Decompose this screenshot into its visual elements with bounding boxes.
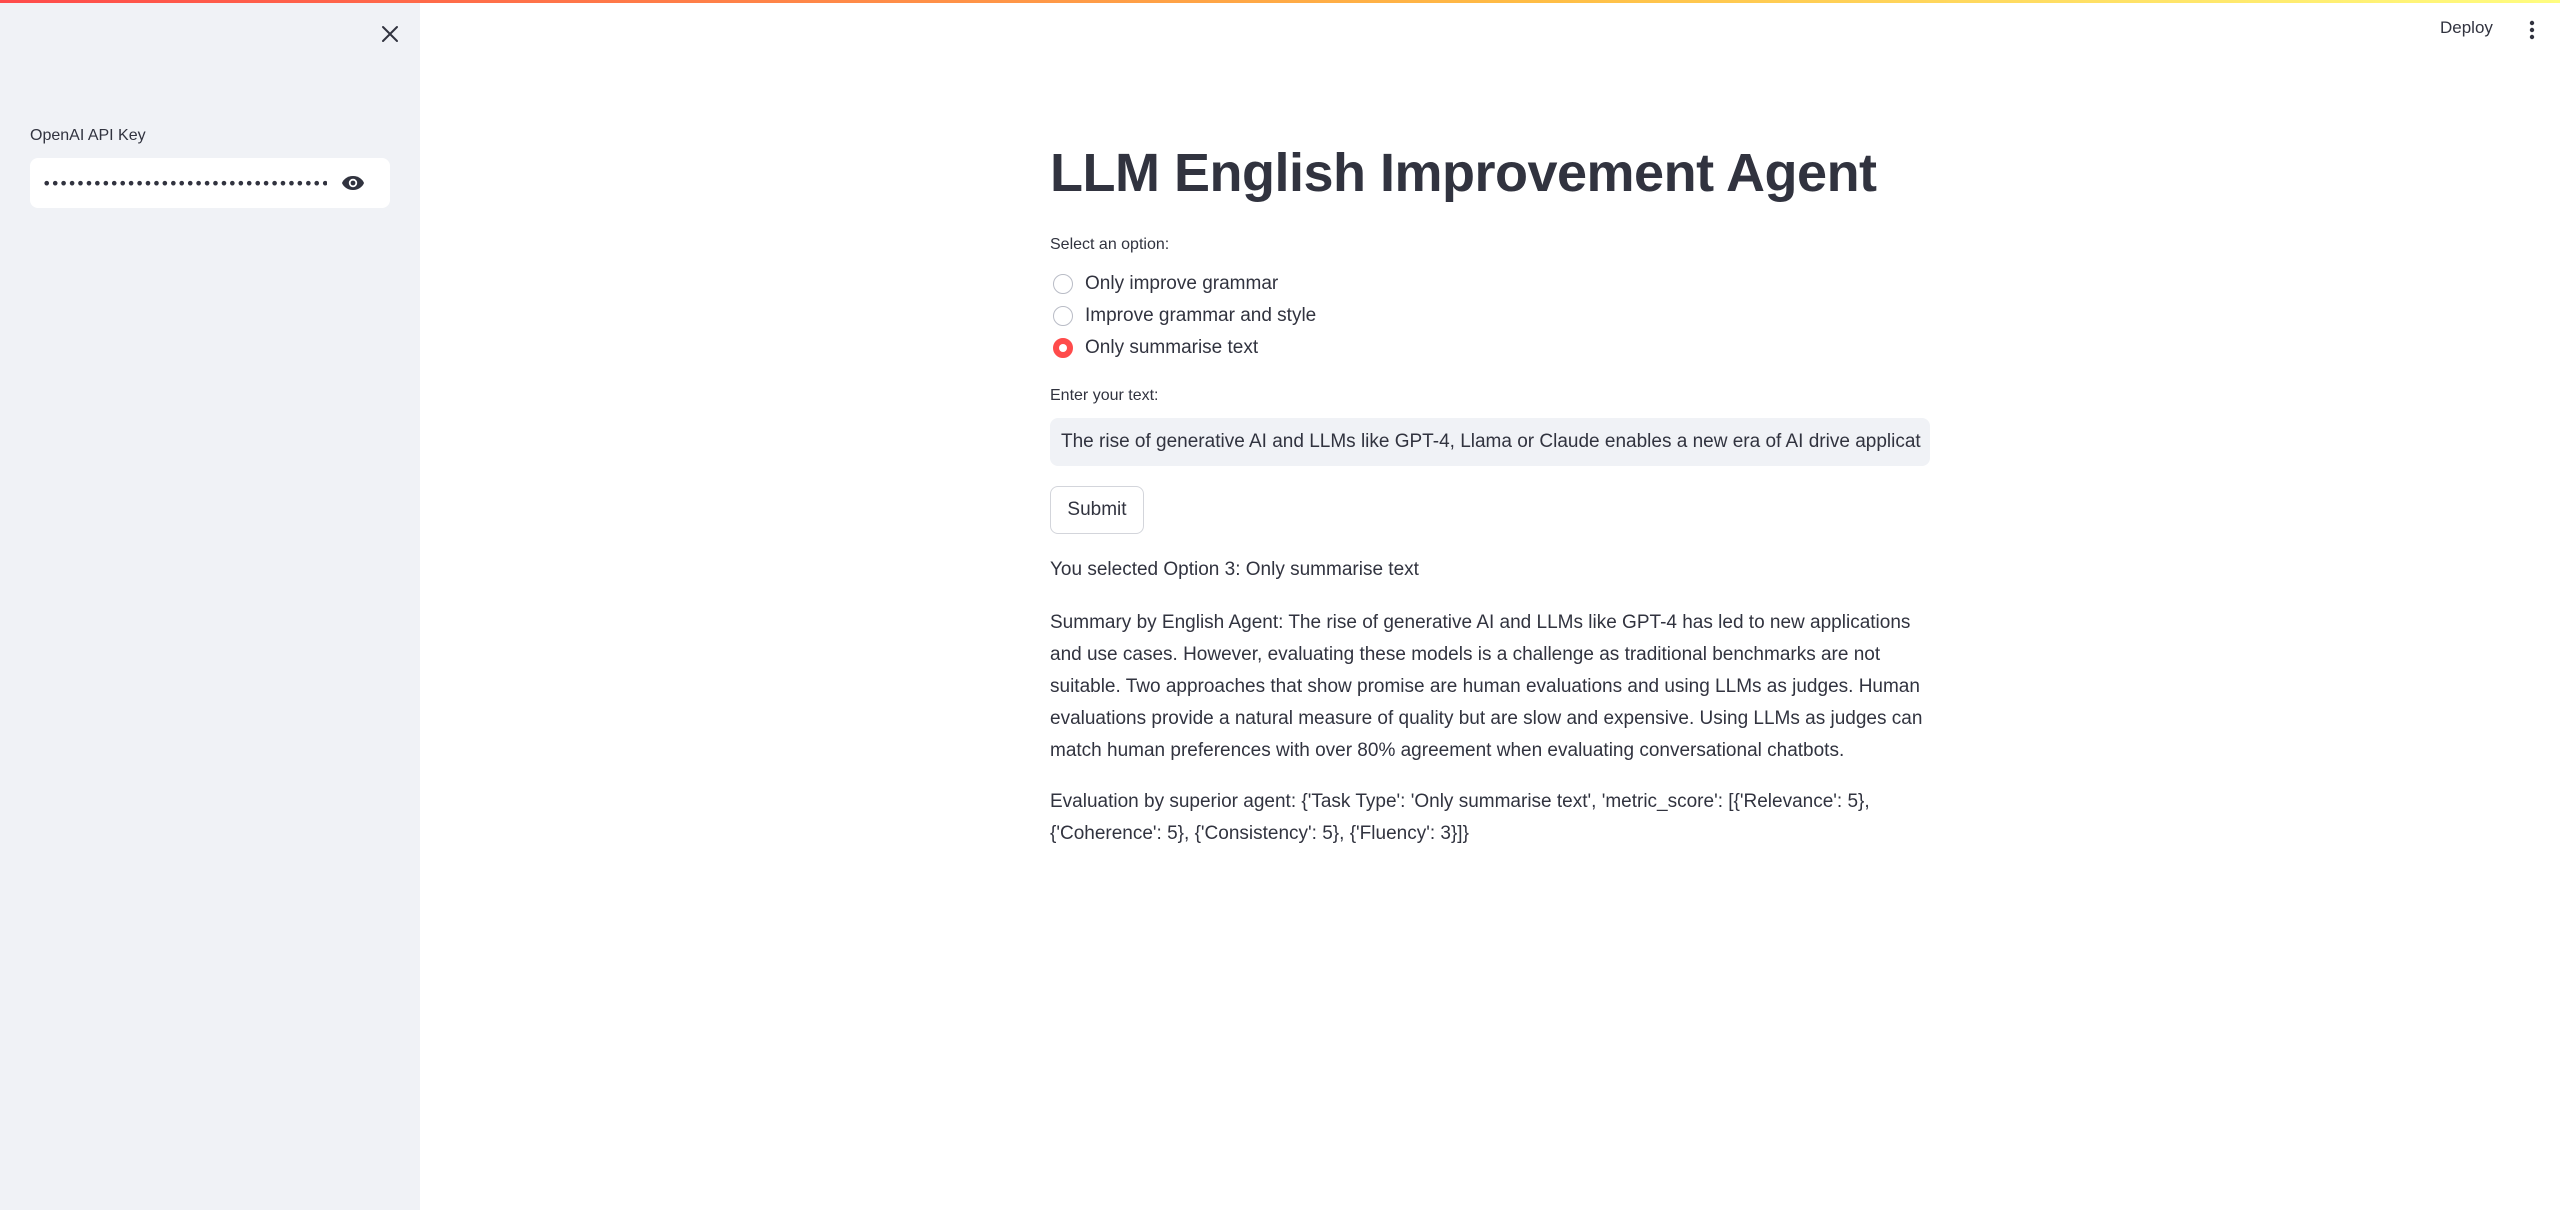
sidebar: OpenAI API Key	[0, 0, 420, 1210]
radio-option-only-summarise-text[interactable]: Only summarise text	[1050, 332, 1316, 364]
radio-button[interactable]	[1053, 338, 1073, 358]
radio-option-label: Only summarise text	[1085, 337, 1259, 358]
eye-icon	[342, 176, 364, 190]
option-radio-group: Only improve grammar Improve grammar and…	[1050, 268, 1316, 364]
radio-option-label: Only improve grammar	[1085, 273, 1279, 294]
show-password-button[interactable]	[340, 171, 366, 195]
radio-group-label: Select an option:	[1050, 236, 1170, 253]
selected-option-message: You selected Option 3: Only summarise te…	[1050, 559, 1419, 580]
summary-output: Summary by English Agent: The rise of ge…	[1050, 612, 1923, 761]
api-key-input[interactable]	[42, 163, 327, 203]
evaluation-output: Evaluation by superior agent: {'Task Typ…	[1050, 791, 1870, 844]
text-input-label: Enter your text:	[1050, 387, 1159, 404]
radio-button[interactable]	[1053, 274, 1073, 294]
text-input-field	[1050, 418, 1930, 466]
sidebar-close-button[interactable]	[374, 18, 406, 50]
top-decoration-bar	[0, 0, 2560, 3]
deploy-button[interactable]: Deploy	[2432, 16, 2501, 44]
api-key-label: OpenAI API Key	[30, 127, 146, 144]
main-menu-button[interactable]	[2520, 16, 2544, 44]
kebab-menu-icon	[2529, 20, 2535, 40]
submit-button[interactable]: Submit	[1050, 486, 1144, 534]
radio-button[interactable]	[1053, 306, 1073, 326]
radio-option-label: Improve grammar and style	[1085, 305, 1317, 326]
text-input[interactable]	[1061, 431, 1921, 453]
api-key-field	[30, 158, 390, 208]
close-icon	[382, 26, 398, 42]
page-title: LLM English Improvement Agent	[1050, 143, 1877, 203]
radio-option-only-improve-grammar[interactable]: Only improve grammar	[1050, 268, 1316, 300]
radio-option-improve-grammar-and-style[interactable]: Improve grammar and style	[1050, 300, 1316, 332]
